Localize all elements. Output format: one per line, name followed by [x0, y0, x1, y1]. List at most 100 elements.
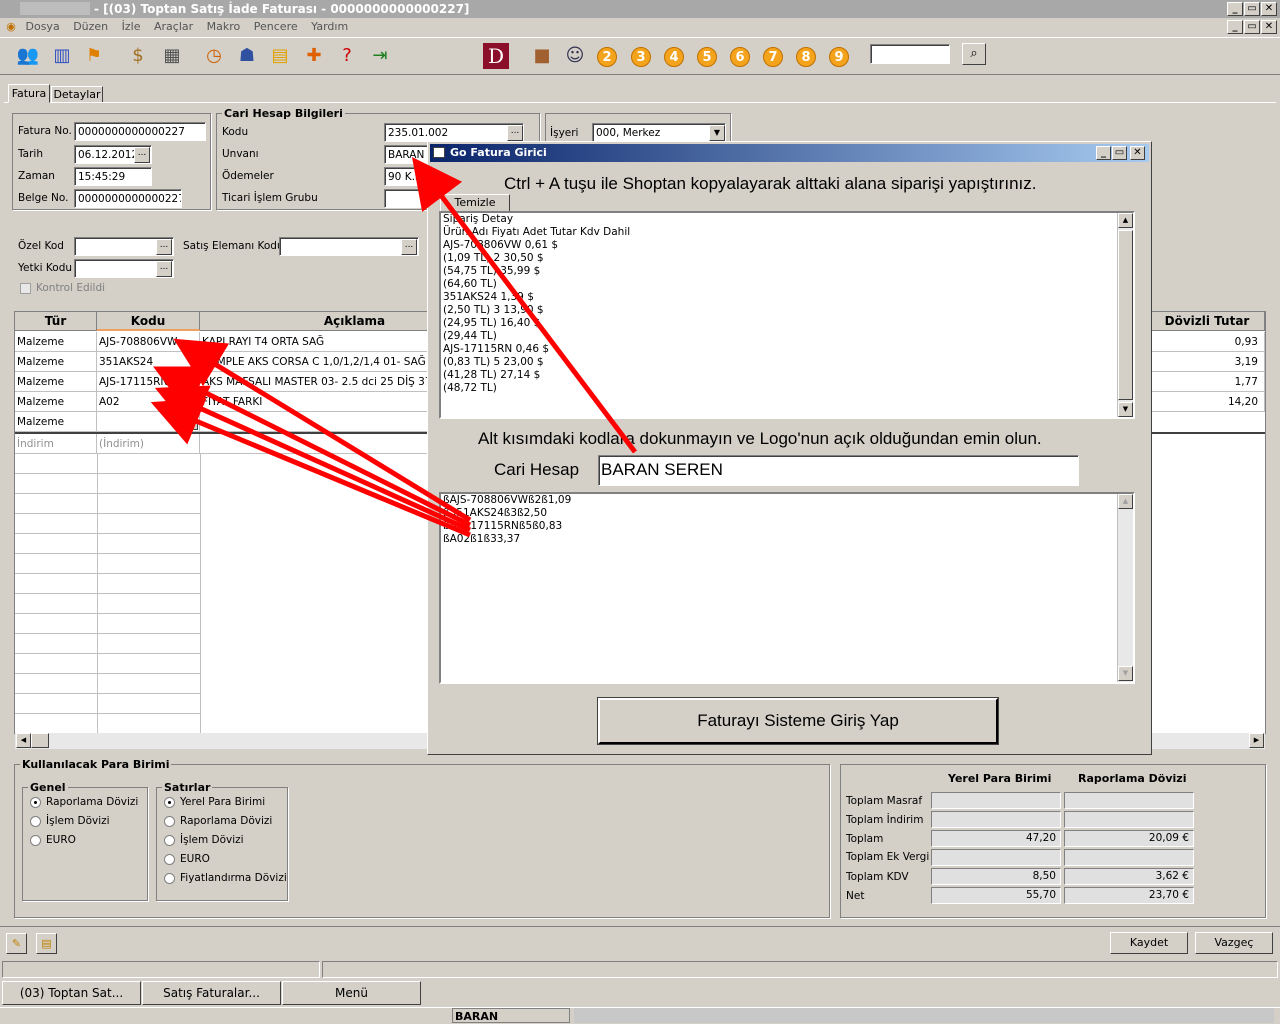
dialog-minimize-button[interactable]: _ [1096, 146, 1111, 160]
shortcut-6-button[interactable]: 6 [730, 47, 750, 67]
money-bag-icon[interactable]: $ [124, 42, 152, 70]
exit-door-icon[interactable]: ⇥ [366, 42, 394, 70]
scroll-left-arrow[interactable]: ◀ [16, 733, 31, 748]
cari-hesap-input[interactable]: BARAN SEREN [598, 455, 1079, 486]
satir-islem-radio[interactable]: İşlem Dövizi [164, 831, 244, 850]
col-header-tur[interactable]: Tür [15, 312, 97, 331]
row3-tur[interactable]: Malzeme [15, 372, 97, 392]
row1-tur[interactable]: Malzeme [15, 332, 97, 352]
dialog-maximize-button[interactable]: ▭ [1112, 146, 1127, 160]
new-document-icon[interactable]: ✚ [300, 42, 328, 70]
minimize-button[interactable]: _ [1227, 2, 1243, 16]
row1-doviz[interactable]: 0,93 [1150, 332, 1265, 352]
row1-kodu[interactable]: AJS-708806VW [97, 332, 200, 352]
menu-pencere[interactable]: Pencere [254, 20, 298, 33]
row2-doviz[interactable]: 3,19 [1150, 352, 1265, 372]
row2-tur[interactable]: Malzeme [15, 352, 97, 372]
toolbar-search-input[interactable] [870, 44, 950, 64]
scroll-right-arrow[interactable]: ▶ [1249, 733, 1264, 748]
menu-araclar[interactable]: Araçlar [154, 20, 193, 33]
satis-elemani-lookup-button[interactable]: ... [401, 239, 417, 255]
help-icon[interactable]: ? [333, 42, 361, 70]
codes-textarea[interactable]: ßAJS-708806VWß2ß1,09 ß351AKS24ß3ß2,50 ßA… [439, 492, 1135, 684]
satis-elemani-input[interactable] [279, 237, 419, 256]
belge-no-input[interactable]: 0000000000000227 [74, 189, 182, 208]
satir-euro-radio[interactable]: EURO [164, 850, 210, 869]
codes-vscrollbar[interactable] [1117, 494, 1133, 682]
edit-icon[interactable]: ✎ [6, 933, 27, 954]
calculator-icon[interactable]: ▦ [158, 42, 186, 70]
chart-icon[interactable]: ▥ [48, 42, 76, 70]
row3-kodu[interactable]: AJS-17115RN [97, 372, 200, 392]
yetki-kodu-lookup-button[interactable]: ... [156, 261, 172, 277]
col-header-kodu[interactable]: Kodu [97, 312, 200, 331]
shortcut-3-button[interactable]: 3 [631, 47, 651, 67]
shortcut-5-button[interactable]: 5 [697, 47, 717, 67]
codes-scroll-down-arrow[interactable]: ▼ [1118, 666, 1133, 681]
vazgec-button[interactable]: Vazgeç [1195, 932, 1273, 954]
cari-kodu-input[interactable]: 235.01.002 [384, 123, 524, 142]
chevron-down-icon[interactable]: ▼ [709, 125, 725, 141]
col-header-dovizli-tutar[interactable]: Dövizli Tutar [1150, 312, 1265, 331]
child-close-button[interactable]: ✕ [1261, 20, 1277, 34]
row5-kodu-lookup-button[interactable]: ... [182, 414, 198, 430]
task-toptan-satis[interactable]: (03) Toptan Sat... [2, 981, 141, 1005]
shortcut-7-button[interactable]: 7 [763, 47, 783, 67]
dialog-close-button[interactable]: ✕ [1130, 146, 1145, 160]
row2-kodu[interactable]: 351AKS24 [97, 352, 200, 372]
kontrol-checkbox[interactable] [20, 283, 31, 294]
genel-islem-radio[interactable]: İşlem Dövizi [30, 812, 110, 831]
tab-fatura[interactable]: Fatura [8, 84, 50, 103]
order-paste-textarea[interactable]: Sipariş Detay Ürün Adı Fiyatı Adet Tutar… [439, 211, 1135, 419]
child-maximize-button[interactable]: ▭ [1244, 20, 1260, 34]
shortcut-8-button[interactable]: 8 [796, 47, 816, 67]
notes-icon[interactable]: ▤ [36, 933, 57, 954]
shortcut-2-button[interactable]: 2 [597, 47, 617, 67]
task-satis-faturalar[interactable]: Satış Faturalar... [142, 981, 281, 1005]
row5-tur[interactable]: Malzeme [15, 412, 97, 432]
scroll-thumb[interactable] [31, 733, 49, 748]
shortcut-9-button[interactable]: 9 [829, 47, 849, 67]
isyeri-select[interactable]: 000, Merkez [592, 123, 726, 142]
close-button[interactable]: ✕ [1261, 2, 1277, 16]
date-picker-button[interactable]: ... [134, 147, 150, 163]
row3-doviz[interactable]: 1,77 [1150, 372, 1265, 392]
menu-duzen[interactable]: Düzen [73, 20, 108, 33]
child-minimize-button[interactable]: _ [1227, 20, 1243, 34]
satir-fiyatlandirma-radio[interactable]: Fiyatlandırma Dövizi [164, 869, 287, 888]
maximize-button[interactable]: ▭ [1244, 2, 1260, 16]
row4-doviz[interactable]: 14,20 [1150, 392, 1265, 412]
box-icon[interactable]: ■ [528, 42, 556, 70]
indirim-tur[interactable]: İndirim [15, 434, 97, 454]
row4-tur[interactable]: Malzeme [15, 392, 97, 412]
temizle-button[interactable]: Temizle [440, 194, 510, 212]
menu-yardim[interactable]: Yardım [311, 20, 348, 33]
genel-euro-radio[interactable]: EURO [30, 831, 76, 850]
d-logo-button[interactable]: D [483, 43, 509, 69]
ozel-kod-lookup-button[interactable]: ... [156, 239, 172, 255]
submit-invoice-button[interactable]: Faturayı Sisteme Giriş Yap [597, 697, 999, 745]
task-menu[interactable]: Menü [282, 981, 421, 1005]
cari-kodu-lookup-button[interactable]: ... [507, 125, 523, 141]
menu-makro[interactable]: Makro [207, 20, 241, 33]
fatura-no-input[interactable]: 0000000000000227 [74, 122, 206, 141]
satir-raporlama-radio[interactable]: Raporlama Dövizi [164, 812, 272, 831]
menu-izle[interactable]: İzle [122, 20, 141, 33]
order-scroll-up-arrow[interactable]: ▲ [1118, 213, 1133, 228]
shortcut-4-button[interactable]: 4 [664, 47, 684, 67]
tab-detaylar[interactable]: Detaylar [51, 86, 103, 103]
agent-icon[interactable]: ☺ [561, 42, 589, 70]
satir-yerel-radio[interactable]: Yerel Para Birimi [164, 793, 265, 812]
search-icon[interactable]: ⌕ [962, 43, 986, 65]
order-scroll-down-arrow[interactable]: ▼ [1118, 402, 1133, 417]
users-icon[interactable]: 👥 [14, 42, 42, 70]
order-scroll-thumb[interactable] [1118, 230, 1133, 400]
row4-kodu[interactable]: A02 [97, 392, 200, 412]
menu-dosya[interactable]: Dosya [26, 20, 60, 33]
codes-scroll-up-arrow[interactable]: ▲ [1118, 494, 1133, 509]
zaman-input[interactable]: 15:45:29 [74, 167, 152, 186]
genel-raporlama-radio[interactable]: Raporlama Dövizi [30, 793, 138, 812]
clock-icon[interactable]: ◷ [200, 42, 228, 70]
person-icon[interactable]: ☗ [233, 42, 261, 70]
hierarchy-icon[interactable]: ⚑ [80, 42, 108, 70]
